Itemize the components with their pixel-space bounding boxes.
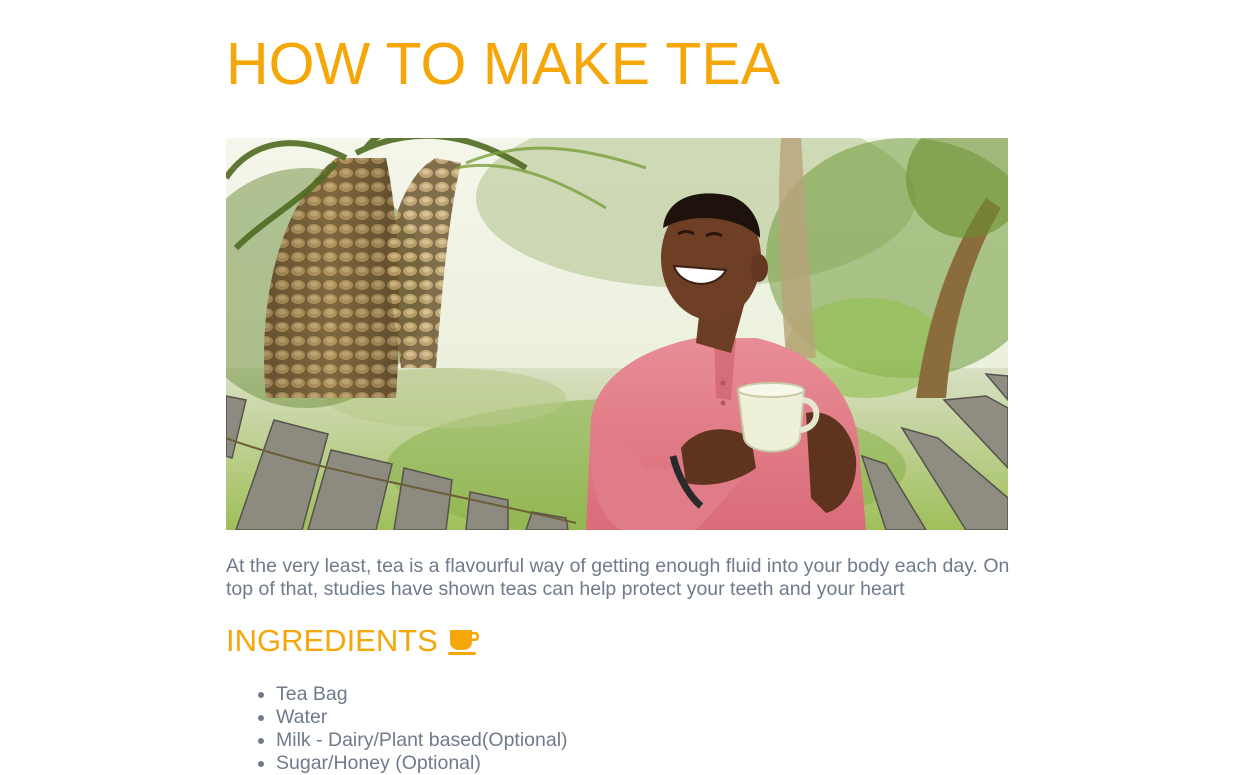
list-item: Milk - Dairy/Plant based(Optional) [276, 729, 568, 752]
intro-paragraph: At the very least, tea is a flavourful w… [226, 555, 1010, 600]
ingredients-list: Tea Bag Water Milk - Dairy/Plant based(O… [226, 683, 568, 775]
list-item: Water [276, 706, 568, 729]
hero-illustration [226, 138, 1008, 530]
list-item: Sugar/Honey (Optional) [276, 752, 568, 775]
page-title: HOW TO MAKE TEA [226, 31, 781, 97]
list-item: Tea Bag [276, 683, 568, 706]
coffee-cup-icon [447, 627, 480, 655]
ingredients-heading-label: INGREDIENTS [226, 623, 438, 658]
ingredients-heading: INGREDIENTS [226, 622, 480, 660]
hero-image [226, 138, 1008, 530]
